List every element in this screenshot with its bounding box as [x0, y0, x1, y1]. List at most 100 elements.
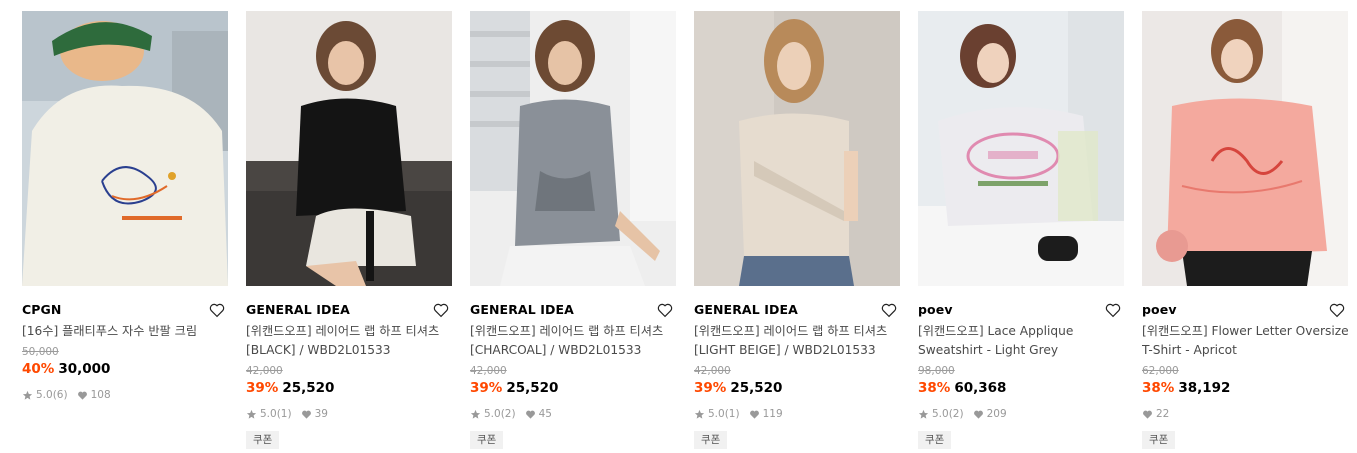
heart-filled-icon — [973, 410, 983, 419]
review-count: (6) — [52, 389, 68, 401]
product-card[interactable]: poev [위캔드오프] Lace Applique Sweatshirt - … — [918, 11, 1124, 449]
product-name-line-2[interactable]: [BLACK] / WBD2L01533 — [246, 341, 452, 360]
price-row: 40% 30,000 — [22, 359, 228, 379]
original-price: 42,000 — [246, 365, 283, 377]
product-name-line-1[interactable]: [위캔드오프] Lace Applique — [918, 322, 1124, 341]
review-meta: 22 — [1142, 407, 1348, 421]
product-card[interactable]: CPGN [16수] 플래티푸스 자수 반팔 크림 50,000 40% 30,0… — [22, 11, 228, 402]
review-meta: 5.0 (6) 108 — [22, 388, 228, 402]
discount-rate: 40% — [22, 361, 55, 377]
price-row: 38% 38,192 — [1142, 378, 1348, 398]
product-name-line-1[interactable]: [16수] 플래티푸스 자수 반팔 크림 — [22, 322, 228, 341]
like-count: 22 — [1156, 408, 1170, 420]
product-card[interactable]: GENERAL IDEA [위캔드오프] 레이어드 랩 하프 티셔츠 [BLAC… — [246, 11, 452, 449]
heart-outline-icon[interactable] — [1328, 301, 1346, 319]
product-name-line-1[interactable]: [위캔드오프] Flower Letter Oversized — [1142, 322, 1348, 341]
review-count: (2) — [500, 408, 516, 420]
rating-value: 5.0 — [36, 389, 53, 401]
review-count: (2) — [948, 408, 964, 420]
brand-name[interactable]: CPGN — [22, 302, 61, 317]
product-image[interactable] — [918, 11, 1124, 286]
product-card[interactable]: poev [위캔드오프] Flower Letter Oversized T-S… — [1142, 11, 1348, 449]
original-price: 42,000 — [694, 365, 731, 377]
product-photo — [918, 11, 1124, 286]
like-count: 209 — [986, 408, 1007, 420]
original-price: 98,000 — [918, 365, 955, 377]
product-image[interactable] — [694, 11, 900, 286]
product-name-line-2[interactable]: [LIGHT BEIGE] / WBD2L01533 — [694, 341, 900, 360]
discount-rate: 38% — [918, 380, 951, 396]
sale-price: 60,368 — [954, 380, 1007, 396]
review-meta: 5.0 (2) 209 — [918, 407, 1124, 421]
price-row: 39% 25,520 — [470, 378, 676, 398]
discount-rate: 39% — [694, 380, 727, 396]
sale-price: 25,520 — [730, 380, 783, 396]
coupon-badge: 쿠폰 — [246, 431, 280, 449]
review-meta: 5.0 (2) 45 — [470, 407, 676, 421]
coupon-badge: 쿠폰 — [1142, 431, 1176, 449]
heart-filled-icon — [1143, 410, 1152, 419]
brand-name[interactable]: poev — [1142, 302, 1177, 317]
heart-outline-icon[interactable] — [208, 301, 226, 319]
heart-filled-icon — [749, 410, 759, 419]
like-count: 39 — [314, 408, 328, 420]
rating-value: 5.0 — [708, 408, 725, 420]
star-icon — [918, 409, 929, 419]
heart-filled-icon — [525, 410, 535, 419]
brand-name[interactable]: GENERAL IDEA — [470, 302, 574, 317]
product-photo — [470, 11, 676, 286]
coupon-badge: 쿠폰 — [918, 431, 952, 449]
product-name-line-1[interactable]: [위캔드오프] 레이어드 랩 하프 티셔츠 — [470, 322, 676, 341]
product-image[interactable] — [1142, 11, 1348, 286]
review-count: (1) — [276, 408, 292, 420]
discount-rate: 38% — [1142, 380, 1175, 396]
product-image[interactable] — [22, 11, 228, 286]
coupon-badge: 쿠폰 — [694, 431, 728, 449]
product-photo — [246, 11, 452, 286]
coupon-badge: 쿠폰 — [470, 431, 504, 449]
review-count: (1) — [724, 408, 740, 420]
product-grid: CPGN [16수] 플래티푸스 자수 반팔 크림 50,000 40% 30,0… — [0, 0, 1357, 453]
price-row: 38% 60,368 — [918, 378, 1124, 398]
sale-price: 25,520 — [282, 380, 335, 396]
sale-price: 30,000 — [58, 361, 111, 377]
like-count: 45 — [538, 408, 552, 420]
product-name-line-2[interactable]: [CHARCOAL] / WBD2L01533 — [470, 341, 676, 360]
sale-price: 38,192 — [1178, 380, 1231, 396]
like-count: 119 — [762, 408, 783, 420]
product-name-line-1[interactable]: [위캔드오프] 레이어드 랩 하프 티셔츠 — [694, 322, 900, 341]
product-card[interactable]: GENERAL IDEA [위캔드오프] 레이어드 랩 하프 티셔츠 [CHAR… — [470, 11, 676, 449]
original-price: 62,000 — [1142, 365, 1179, 377]
product-photo — [1142, 11, 1348, 286]
product-photo — [22, 11, 228, 286]
product-name-line-2[interactable]: Sweatshirt - Light Grey — [918, 341, 1124, 360]
star-icon — [470, 409, 481, 419]
rating-value: 5.0 — [484, 408, 501, 420]
price-row: 39% 25,520 — [246, 378, 452, 398]
discount-rate: 39% — [246, 380, 279, 396]
review-meta: 5.0 (1) 39 — [246, 407, 452, 421]
star-icon — [22, 390, 33, 400]
heart-outline-icon[interactable] — [656, 301, 674, 319]
heart-outline-icon[interactable] — [1104, 301, 1122, 319]
discount-rate: 39% — [470, 380, 503, 396]
product-image[interactable] — [246, 11, 452, 286]
rating-value: 5.0 — [932, 408, 949, 420]
sale-price: 25,520 — [506, 380, 559, 396]
rating-value: 5.0 — [260, 408, 277, 420]
original-price: 42,000 — [470, 365, 507, 377]
heart-filled-icon — [77, 391, 87, 400]
brand-name[interactable]: poev — [918, 302, 953, 317]
heart-outline-icon[interactable] — [880, 301, 898, 319]
brand-name[interactable]: GENERAL IDEA — [694, 302, 798, 317]
price-row: 39% 25,520 — [694, 378, 900, 398]
heart-outline-icon[interactable] — [432, 301, 450, 319]
product-name-line-1[interactable]: [위캔드오프] 레이어드 랩 하프 티셔츠 — [246, 322, 452, 341]
product-card[interactable]: GENERAL IDEA [위캔드오프] 레이어드 랩 하프 티셔츠 [LIGH… — [694, 11, 900, 449]
product-name-line-2[interactable]: T-Shirt - Apricot — [1142, 341, 1348, 360]
like-count: 108 — [90, 389, 111, 401]
product-photo — [694, 11, 900, 286]
product-image[interactable] — [470, 11, 676, 286]
brand-name[interactable]: GENERAL IDEA — [246, 302, 350, 317]
star-icon — [246, 409, 257, 419]
